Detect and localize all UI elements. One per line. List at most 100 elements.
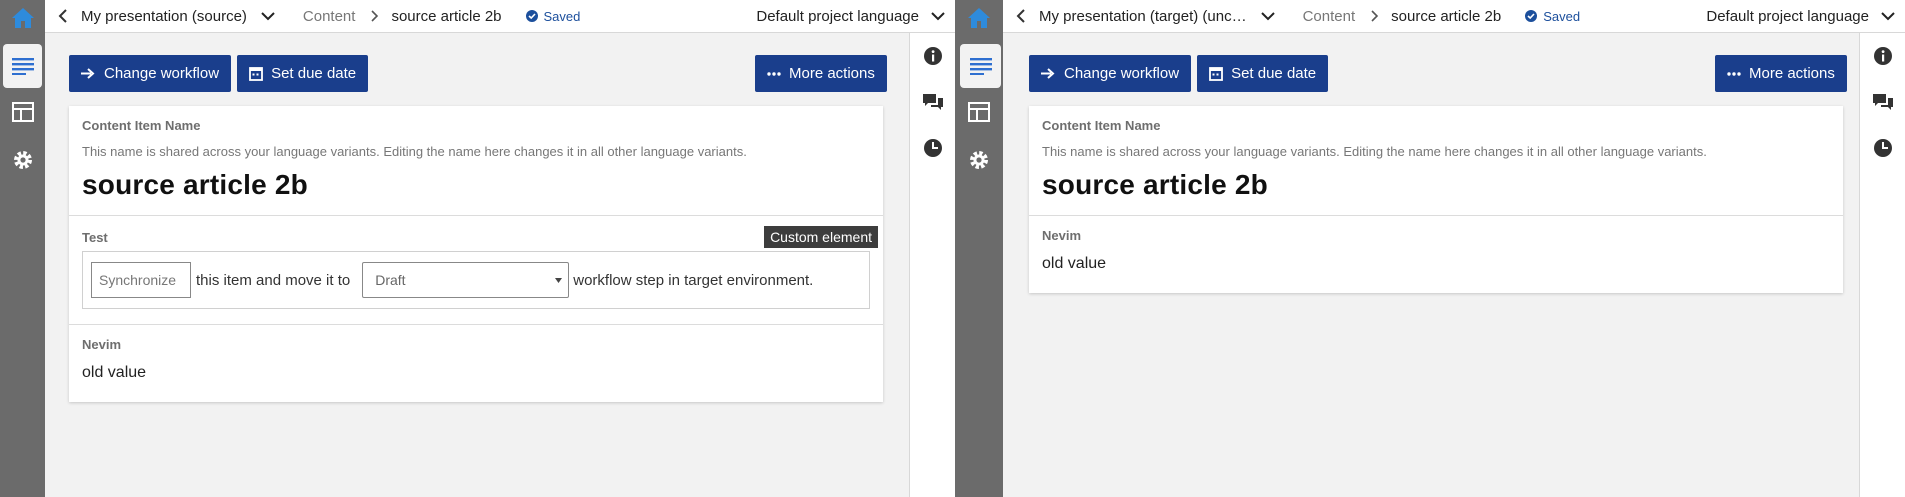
calendar-icon — [249, 67, 263, 81]
arrow-right-icon — [81, 68, 95, 79]
project-name[interactable]: My presentation (target) (unc… — [1039, 8, 1247, 25]
language-dropdown[interactable] — [927, 11, 949, 21]
target-pane: My presentation (target) (unc… Content s… — [955, 0, 1905, 497]
content-list-icon — [969, 58, 992, 75]
nav-content-list[interactable] — [3, 44, 42, 88]
nevim-value[interactable]: old value — [82, 364, 870, 382]
workflow-step-select[interactable]: Draft — [362, 262, 570, 298]
content-list-icon — [11, 58, 34, 75]
arrow-right-icon — [1041, 68, 1055, 79]
comments-icon — [1872, 94, 1893, 110]
project-dropdown[interactable] — [257, 11, 279, 21]
set-due-date-label: Set due date — [1231, 65, 1317, 82]
field-label: Nevim — [82, 337, 122, 352]
back-button[interactable] — [45, 9, 81, 23]
nav-settings[interactable] — [0, 138, 45, 182]
home-button[interactable] — [955, 0, 1003, 36]
select-arrow-icon — [555, 277, 563, 283]
back-button[interactable] — [1003, 9, 1039, 23]
back-chevron-icon — [1016, 9, 1025, 23]
content-item-card: Content Item Name This name is shared ac… — [1029, 106, 1843, 293]
history-button[interactable] — [910, 125, 955, 171]
info-button[interactable] — [910, 33, 955, 79]
saved-status: Saved — [525, 9, 580, 24]
chevron-down-icon — [1260, 11, 1275, 20]
breadcrumb-content[interactable]: Content — [1303, 8, 1356, 25]
info-icon — [923, 47, 942, 65]
breadcrumb-item: source article 2b — [391, 7, 502, 25]
content-item-name-section: Content Item Name This name is shared ac… — [1029, 106, 1843, 216]
left-nav-rail — [955, 0, 1003, 497]
nevim-section: Nevim old value — [69, 325, 883, 402]
project-name[interactable]: My presentation (source) — [81, 8, 247, 25]
content-item-card: Content Item Name This name is shared ac… — [69, 106, 883, 402]
source-pane: My presentation (source) Content source … — [0, 0, 955, 497]
gear-icon — [970, 151, 988, 169]
chevron-down-icon — [931, 11, 945, 20]
gear-icon — [13, 151, 32, 169]
project-dropdown[interactable] — [1257, 11, 1279, 21]
back-chevron-icon — [58, 9, 67, 23]
home-button[interactable] — [0, 0, 45, 36]
content-item-name-input[interactable]: source article 2b — [1042, 169, 1830, 201]
home-icon — [968, 8, 990, 28]
breadcrumb-separator-icon — [1371, 10, 1379, 22]
synchronize-input[interactable]: Synchronize — [91, 262, 191, 298]
custom-element-badge: Custom element — [764, 226, 878, 248]
item-toolbar: Change workflow Set due date — [69, 55, 369, 92]
info-button[interactable] — [1860, 33, 1905, 79]
custom-element-section: Test Custom element Synchronize this ite… — [69, 216, 883, 325]
saved-check-icon — [1525, 10, 1538, 22]
breadcrumb-separator-icon — [371, 10, 379, 22]
chevron-down-icon — [1881, 11, 1895, 20]
nav-settings[interactable] — [955, 138, 1003, 182]
comments-button[interactable] — [910, 79, 955, 125]
custom-text-end: workflow step in target environment. — [573, 271, 814, 289]
saved-check-icon — [525, 10, 538, 22]
clock-icon — [1873, 139, 1892, 157]
nav-layout[interactable] — [0, 90, 45, 134]
more-actions-button[interactable]: More actions — [1715, 55, 1847, 92]
field-label: Nevim — [1042, 228, 1082, 243]
change-workflow-button[interactable]: Change workflow — [69, 55, 232, 92]
custom-element-frame: Synchronize this item and move it to Dra… — [82, 251, 870, 309]
set-due-date-button[interactable]: Set due date — [237, 55, 369, 92]
left-nav-rail — [0, 0, 45, 497]
field-label: Content Item Name — [82, 118, 201, 133]
more-actions-button[interactable]: More actions — [755, 55, 887, 92]
breadcrumb-item: source article 2b — [1391, 7, 1502, 25]
change-workflow-button[interactable]: Change workflow — [1029, 55, 1192, 92]
field-guidance: This name is shared across your language… — [1042, 144, 1707, 159]
breadcrumb-content[interactable]: Content — [303, 8, 356, 25]
history-button[interactable] — [1860, 125, 1905, 171]
more-actions-label: More actions — [789, 65, 875, 82]
home-icon — [11, 8, 34, 28]
language-selector[interactable]: Default project language — [756, 8, 919, 25]
top-bar: My presentation (target) (unc… Content s… — [1003, 0, 1905, 33]
chevron-down-icon — [261, 11, 275, 20]
change-workflow-label: Change workflow — [1064, 65, 1180, 82]
saved-label: Saved — [1543, 8, 1581, 24]
set-due-date-button[interactable]: Set due date — [1197, 55, 1329, 92]
layout-icon — [968, 102, 990, 122]
nav-content-list[interactable] — [960, 44, 1001, 88]
synchronize-placeholder: Synchronize — [99, 272, 177, 288]
clock-icon — [923, 139, 942, 157]
ellipsis-icon — [1727, 71, 1741, 76]
top-bar: My presentation (source) Content source … — [45, 0, 955, 33]
change-workflow-label: Change workflow — [104, 65, 220, 82]
ellipsis-icon — [767, 71, 781, 76]
comments-button[interactable] — [1860, 79, 1905, 125]
language-dropdown[interactable] — [1877, 11, 1899, 21]
field-guidance: This name is shared across your language… — [82, 144, 747, 159]
custom-text-middle: this item and move it to — [196, 271, 351, 289]
nav-layout[interactable] — [955, 90, 1003, 134]
more-actions-label: More actions — [1749, 65, 1835, 82]
language-selector[interactable]: Default project language — [1706, 8, 1869, 25]
right-side-rail — [1859, 33, 1905, 497]
saved-status: Saved — [1525, 9, 1580, 24]
content-item-name-input[interactable]: source article 2b — [82, 169, 870, 201]
info-icon — [1873, 47, 1892, 65]
item-toolbar: Change workflow Set due date — [1029, 55, 1329, 92]
nevim-value[interactable]: old value — [1042, 255, 1830, 273]
